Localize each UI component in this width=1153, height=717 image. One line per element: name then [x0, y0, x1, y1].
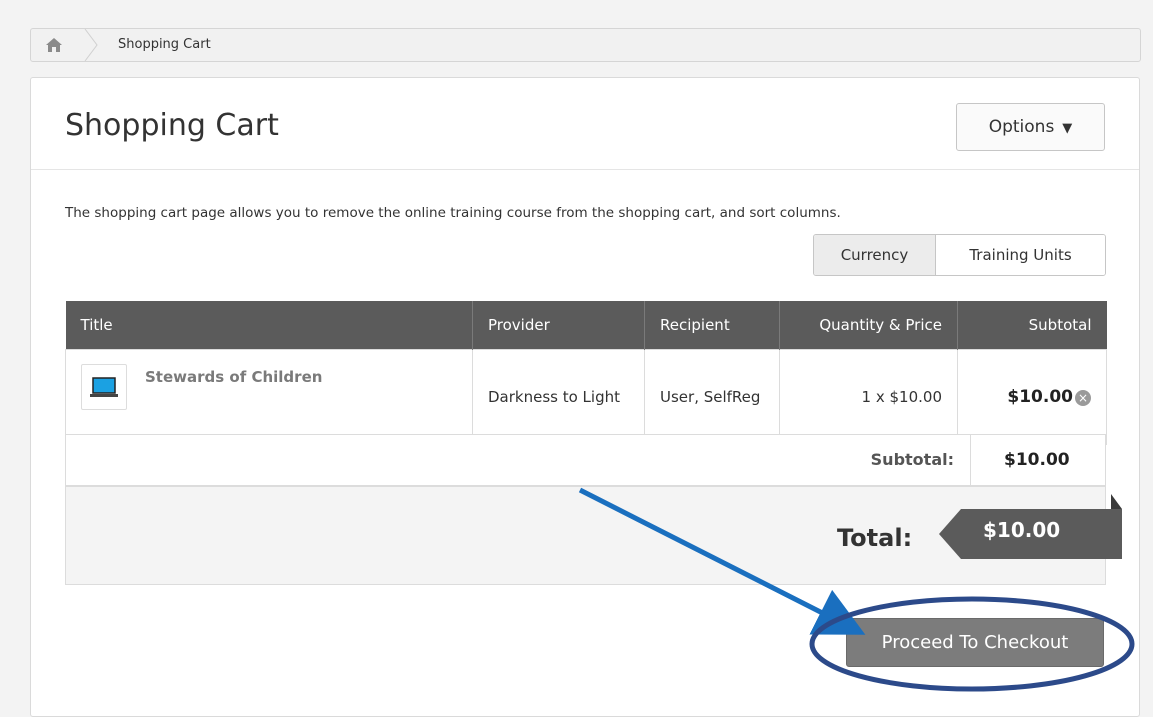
options-label: Options [988, 117, 1055, 137]
laptop-icon [81, 364, 127, 410]
remove-item-icon[interactable]: × [1075, 389, 1091, 406]
shopping-cart-panel: Shopping Cart Options ▼ The shopping cart… [30, 77, 1140, 717]
currency-toggle-button[interactable]: Currency [814, 235, 936, 275]
total-value: $10.00 [983, 518, 1061, 542]
breadcrumb: Shopping Cart [30, 28, 1141, 62]
breadcrumb-separator [81, 28, 105, 62]
table-row: Stewards of Children Darkness to Light U… [65, 349, 1107, 445]
course-title-link[interactable]: Stewards of Children [145, 368, 322, 386]
column-header-quantity-price[interactable]: Quantity & Price [779, 301, 958, 350]
training-units-toggle-button[interactable]: Training Units [936, 235, 1105, 275]
breadcrumb-current: Shopping Cart [118, 37, 211, 52]
proceed-to-checkout-button[interactable]: Proceed To Checkout [846, 618, 1104, 667]
column-header-title[interactable]: Title [65, 301, 473, 350]
subtotal-label: Subtotal: [870, 450, 954, 469]
options-button[interactable]: Options ▼ [956, 103, 1105, 151]
row-provider: Darkness to Light [472, 349, 645, 445]
subtotal-value: $10.00 [1004, 450, 1070, 470]
column-header-subtotal[interactable]: Subtotal [957, 301, 1107, 350]
table-header-row: Title Provider Recipient Quantity & Pric… [65, 301, 1107, 350]
row-title-cell: Stewards of Children [65, 349, 473, 445]
row-subtotal: $10.00 [1007, 387, 1073, 407]
currency-toggle: Currency Training Units [813, 234, 1106, 276]
row-subtotal-cell: $10.00 × [957, 349, 1107, 445]
page-description: The shopping cart page allows you to rem… [65, 205, 841, 221]
total-flag-fold [1111, 494, 1122, 509]
home-icon[interactable] [45, 37, 63, 53]
page-title: Shopping Cart [65, 108, 279, 143]
column-header-recipient[interactable]: Recipient [644, 301, 780, 350]
column-header-provider[interactable]: Provider [472, 301, 645, 350]
caret-down-icon: ▼ [1062, 121, 1073, 136]
subtotal-divider [970, 435, 971, 485]
row-recipient: User, SelfReg [644, 349, 780, 445]
cart-table: Title Provider Recipient Quantity & Pric… [65, 301, 1107, 445]
row-quantity-price: 1 x $10.00 [779, 349, 958, 445]
total-box: Total: $10.00 [65, 486, 1122, 585]
title-divider [31, 169, 1139, 170]
subtotal-row: Subtotal: $10.00 [65, 434, 1106, 486]
total-label: Total: [837, 524, 913, 552]
